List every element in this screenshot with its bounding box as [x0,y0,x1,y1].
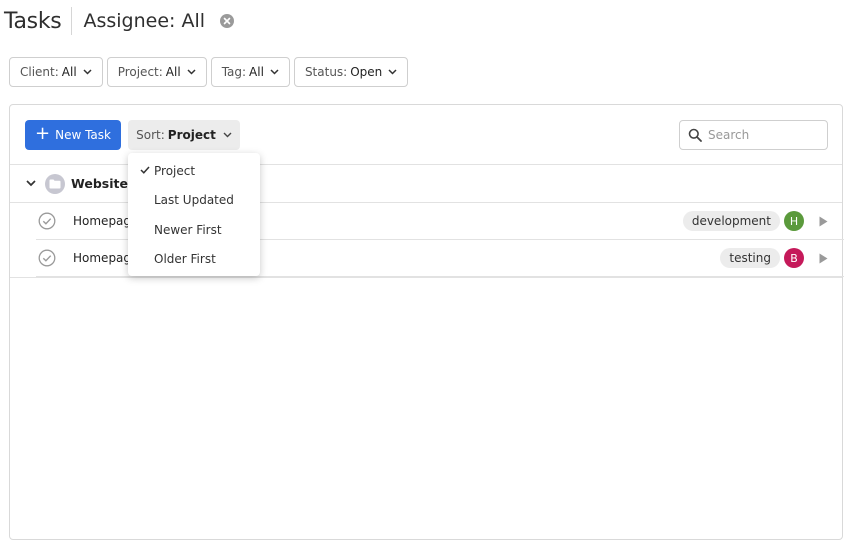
play-icon[interactable] [819,253,828,264]
sort-option-older-first[interactable]: Older First [128,245,260,275]
page-title: Tasks [4,8,62,34]
new-task-button[interactable]: + New Task [25,120,121,150]
status-filter-value: Open [350,65,383,79]
client-filter-label: Client: [20,65,59,79]
client-filter-value: All [61,65,77,79]
assignee-avatar[interactable]: H [784,211,804,231]
project-filter-value: All [165,65,181,79]
assignee-filter-label: Assignee: All [83,10,206,32]
chevron-down-icon[interactable] [26,180,36,187]
sort-option-newer-first[interactable]: Newer First [128,215,260,245]
client-filter-dropdown[interactable]: Client: All [9,57,103,87]
tag-filter-value: All [249,65,264,79]
sort-value: Project [167,128,216,142]
page-header: Tasks Assignee: All [4,6,235,36]
project-filter-dropdown[interactable]: Project: All [106,57,207,87]
sort-option-label: Last Updated [154,193,234,208]
tag-filter-dropdown[interactable]: Tag: All [210,57,290,87]
chevron-down-icon [187,69,196,75]
status-filter-dropdown[interactable]: Status: Open [293,57,409,87]
tag-filter-label: Tag: [221,65,247,79]
search-input[interactable] [708,128,818,142]
complete-task-icon[interactable] [38,212,56,230]
new-task-label: New Task [55,128,111,142]
folder-icon [45,173,65,194]
search-box[interactable] [679,120,828,150]
plus-icon: + [35,123,51,144]
sort-option-last-updated[interactable]: Last Updated [128,186,260,216]
sort-dropdown[interactable]: Sort: Project [128,120,240,150]
sort-menu: Project Last Updated Newer First Older F… [128,153,260,276]
search-icon [688,128,702,142]
complete-task-icon[interactable] [38,249,56,267]
chevron-down-icon [223,132,232,138]
chevron-down-icon [83,69,92,75]
task-tag[interactable]: testing [720,248,780,268]
list-end-divider [10,277,842,278]
sort-option-project[interactable]: Project [128,156,260,186]
checkmark-icon [140,166,150,174]
task-meta: development H [682,211,828,231]
sort-label: Sort: [136,128,165,142]
title-divider [71,7,73,35]
project-filter-label: Project: [117,65,163,79]
assignee-avatar[interactable]: B [784,248,804,268]
sort-option-label: Older First [154,252,216,267]
chevron-down-icon [270,69,279,75]
task-tag[interactable]: development [682,211,780,231]
sort-option-label: Newer First [154,222,222,237]
clear-assignee-icon[interactable] [220,14,235,28]
chevron-down-icon [388,69,397,75]
task-meta: testing B [720,248,828,268]
filter-bar: Client: All Project: All Tag: All Status… [9,57,409,87]
play-icon[interactable] [819,216,828,227]
sort-option-label: Project [154,163,196,178]
status-filter-label: Status: [304,65,348,79]
